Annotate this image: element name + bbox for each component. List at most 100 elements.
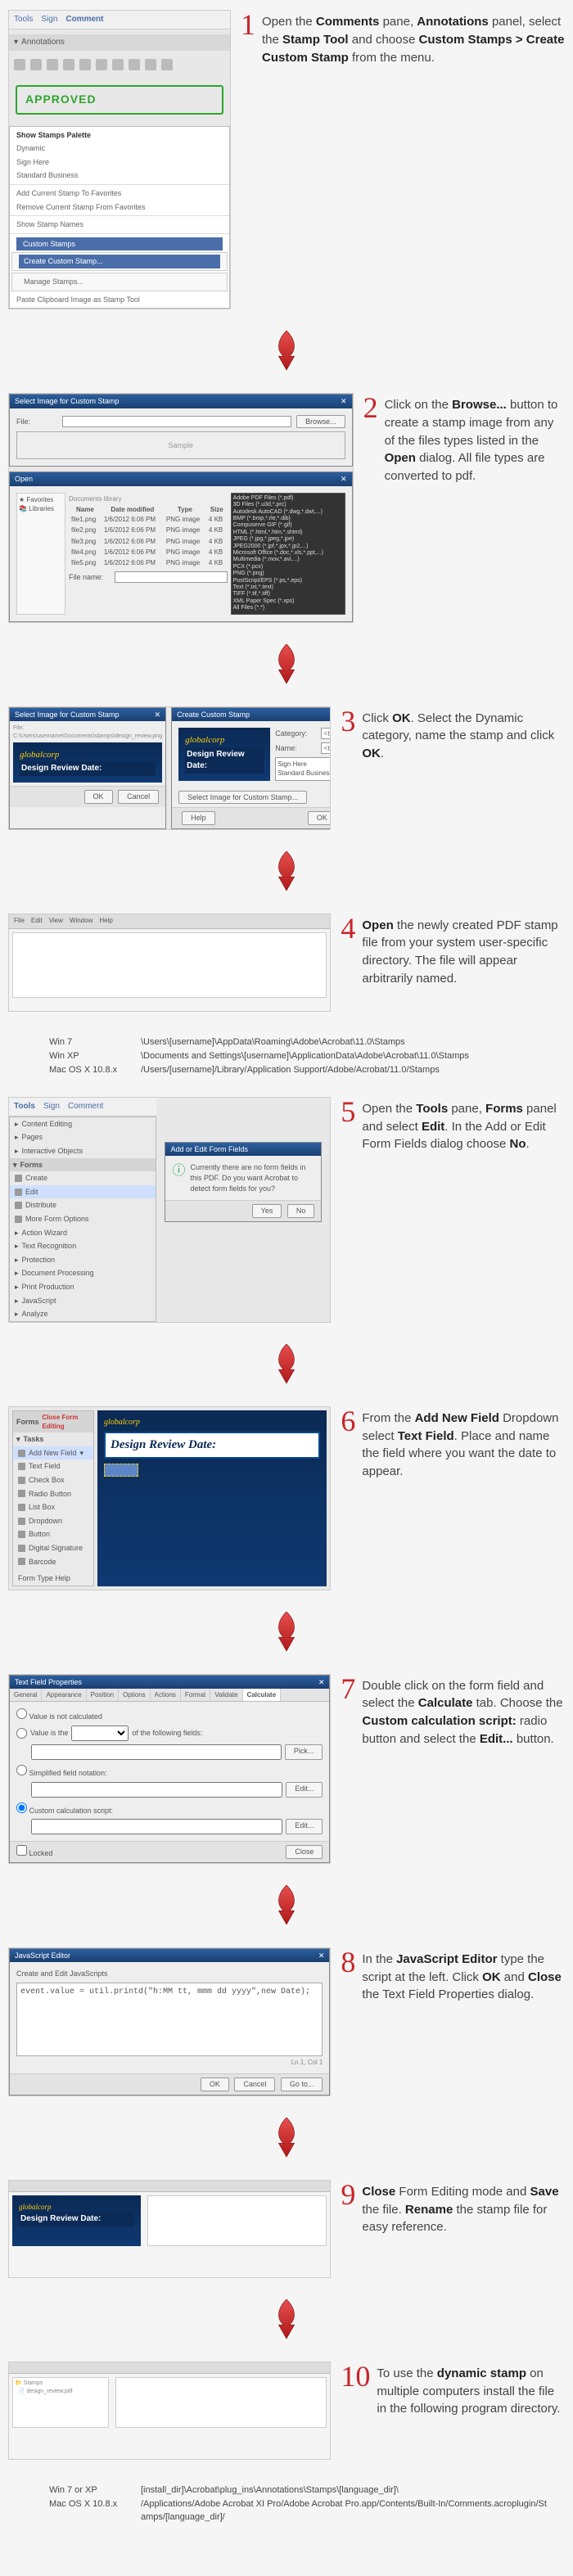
filetype-option[interactable]: All Files (*.*) bbox=[233, 605, 343, 611]
browse-button[interactable]: Browse... bbox=[296, 415, 345, 429]
filetype-option[interactable]: Microsoft Office (*.doc,*.xls,*.ppt,...) bbox=[233, 550, 343, 557]
ok-button[interactable]: OK bbox=[201, 2077, 229, 2091]
sec-action-wizard[interactable]: ▸ Action Wizard bbox=[10, 1226, 156, 1240]
text-icon[interactable] bbox=[47, 59, 58, 70]
menu-create-custom-stamp[interactable]: Create Custom Stamp... bbox=[19, 255, 220, 268]
menu-custom-stamps[interactable]: Custom Stamps bbox=[16, 237, 223, 251]
close-icon[interactable]: ✕ bbox=[341, 474, 347, 485]
sec-pages[interactable]: ▸ Pages bbox=[10, 1130, 156, 1144]
menu-window[interactable]: Window bbox=[70, 916, 92, 927]
radio-simplified[interactable] bbox=[16, 1765, 27, 1775]
filetype-option[interactable]: Compuserve GIF (*.gif) bbox=[233, 522, 343, 529]
filetype-option[interactable]: Autodesk AutoCAD (*.dwg,*.dwt,...) bbox=[233, 509, 343, 516]
stamp-icon[interactable] bbox=[79, 59, 91, 70]
props-tab-options[interactable]: Options bbox=[119, 1689, 151, 1701]
edit-button-1[interactable]: Edit... bbox=[286, 1782, 323, 1798]
goto-button[interactable]: Go to... bbox=[281, 2077, 323, 2091]
props-tab-format[interactable]: Format bbox=[181, 1689, 210, 1701]
menu-show-palette[interactable]: Show Stamps Palette bbox=[10, 129, 229, 142]
field-radio[interactable]: Radio Button bbox=[13, 1487, 93, 1501]
filename-input[interactable] bbox=[115, 571, 228, 583]
props-tab-validate[interactable]: Validate bbox=[210, 1689, 242, 1701]
forms-more[interactable]: More Form Options bbox=[10, 1212, 156, 1226]
field-checkbox[interactable]: Check Box bbox=[13, 1473, 93, 1487]
sec-text-recog[interactable]: ▸ Text Recognition bbox=[10, 1239, 156, 1253]
field-signature[interactable]: Digital Signature bbox=[13, 1541, 93, 1555]
sec-javascript[interactable]: ▸ JavaScript bbox=[10, 1294, 156, 1308]
cancel-button[interactable]: Cancel bbox=[118, 790, 159, 804]
menu-sign-here[interactable]: Sign Here bbox=[10, 156, 229, 169]
forms-edit[interactable]: Edit bbox=[10, 1185, 156, 1199]
sum-select[interactable] bbox=[71, 1726, 129, 1741]
close-icon[interactable]: ✕ bbox=[318, 1677, 325, 1688]
filetype-option[interactable]: HTML (*.html,*.htm,*.shtml) bbox=[233, 530, 343, 536]
no-button[interactable]: No bbox=[287, 1204, 315, 1218]
sec-protection[interactable]: ▸ Protection bbox=[10, 1253, 156, 1267]
forms-create[interactable]: Create bbox=[10, 1171, 156, 1185]
radio-custom-script[interactable] bbox=[16, 1802, 27, 1813]
sec-analyze[interactable]: ▸ Analyze bbox=[10, 1307, 156, 1321]
filetype-option[interactable]: TIFF (*.tif,*.tiff) bbox=[233, 591, 343, 598]
edit-button-2[interactable]: Edit... bbox=[286, 1819, 323, 1834]
form-type-help[interactable]: Form Type Help bbox=[13, 1572, 93, 1586]
add-new-field[interactable]: Add New Field ▾ bbox=[13, 1446, 93, 1460]
radio-value-is[interactable] bbox=[16, 1728, 27, 1739]
fields-input[interactable] bbox=[31, 1744, 282, 1760]
option-std-business[interactable]: Standard Business bbox=[277, 769, 331, 778]
category-options[interactable]: Sign Here Standard Business bbox=[275, 757, 331, 780]
filetype-option[interactable]: Multimedia (*.mov,*.avi,...) bbox=[233, 557, 343, 563]
props-tab-calculate[interactable]: Calculate bbox=[243, 1689, 282, 1701]
tab-comment[interactable]: Comment bbox=[68, 1101, 103, 1112]
table-row[interactable]: file1.png1/6/2012 6:06 PMPNG image4 KB bbox=[69, 514, 228, 525]
filetype-option[interactable]: PostScript/EPS (*.ps,*.eps) bbox=[233, 578, 343, 584]
draw-icon[interactable] bbox=[161, 59, 173, 70]
menu-paste-clipboard[interactable]: Paste Clipboard Image as Stamp Tool bbox=[10, 293, 229, 307]
table-row[interactable]: file3.png1/6/2012 6:06 PMPNG image4 KB bbox=[69, 536, 228, 547]
select-image-button[interactable]: Select Image for Custom Stamp... bbox=[178, 791, 307, 805]
menu-manage-stamps[interactable]: Manage Stamps... bbox=[19, 275, 220, 289]
underline-icon[interactable] bbox=[96, 59, 107, 70]
filetype-option[interactable]: JPEG (*.jpg,*.jpeg,*.jpe) bbox=[233, 536, 343, 543]
cancel-button[interactable]: Cancel bbox=[234, 2077, 275, 2091]
ok-button[interactable]: OK bbox=[84, 790, 113, 804]
replace-icon[interactable] bbox=[145, 59, 156, 70]
close-icon[interactable]: ✕ bbox=[155, 710, 161, 720]
radio-not-calc[interactable] bbox=[16, 1708, 27, 1719]
props-tab-actions[interactable]: Actions bbox=[151, 1689, 181, 1701]
field-button[interactable]: Button bbox=[13, 1527, 93, 1541]
table-row[interactable]: file5.png1/6/2012 6:06 PMPNG image4 KB bbox=[69, 557, 228, 568]
js-code-area[interactable]: event.value = util.printd("h:MM tt, mmm … bbox=[16, 1983, 323, 2056]
filetype-option[interactable]: PNG (*.png) bbox=[233, 571, 343, 577]
help-button[interactable]: Help bbox=[182, 811, 215, 825]
tab-sign[interactable]: Sign bbox=[43, 1101, 60, 1112]
menu-help[interactable]: Help bbox=[99, 916, 112, 927]
category-input[interactable] bbox=[321, 728, 331, 739]
field-list[interactable]: List Box bbox=[13, 1500, 93, 1514]
table-row[interactable]: file4.png1/6/2012 6:06 PMPNG image4 KB bbox=[69, 547, 228, 557]
filetype-option[interactable]: XML Paper Spec (*.xps) bbox=[233, 598, 343, 605]
filetype-option[interactable]: PCX (*.pcx) bbox=[233, 564, 343, 571]
file-input[interactable] bbox=[62, 416, 291, 427]
locked-checkbox[interactable] bbox=[16, 1845, 27, 1856]
insert-icon[interactable] bbox=[129, 59, 140, 70]
menu-add-favorite[interactable]: Add Current Stamp To Favorites bbox=[10, 187, 229, 201]
menu-remove-favorite[interactable]: Remove Current Stamp From Favorites bbox=[10, 201, 229, 214]
close-form-editing[interactable]: Close Form Editing bbox=[43, 1413, 90, 1431]
filetype-option[interactable]: 3D Files (*.u3d,*.prc) bbox=[233, 502, 343, 508]
placed-text-field[interactable] bbox=[104, 1464, 138, 1477]
option-sign-here[interactable]: Sign Here bbox=[277, 760, 331, 769]
pick-button[interactable]: Pick... bbox=[285, 1744, 323, 1760]
field-dropdown[interactable]: Dropdown bbox=[13, 1514, 93, 1528]
tab-comment[interactable]: Comment bbox=[65, 14, 103, 25]
props-tab-position[interactable]: Position bbox=[87, 1689, 119, 1701]
attach-icon[interactable] bbox=[63, 59, 74, 70]
close-button[interactable]: Close bbox=[286, 1845, 323, 1859]
sec-forms[interactable]: ▾ Forms bbox=[10, 1158, 156, 1172]
strike-icon[interactable] bbox=[112, 59, 124, 70]
menu-view[interactable]: View bbox=[49, 916, 63, 927]
props-tab-general[interactable]: General bbox=[10, 1689, 42, 1701]
menu-std-business[interactable]: Standard Business bbox=[10, 169, 229, 183]
sec-interactive[interactable]: ▸ Interactive Objects bbox=[10, 1144, 156, 1158]
filetype-option[interactable]: Text (*.txt,*.text) bbox=[233, 584, 343, 591]
script-input[interactable] bbox=[31, 1819, 282, 1834]
